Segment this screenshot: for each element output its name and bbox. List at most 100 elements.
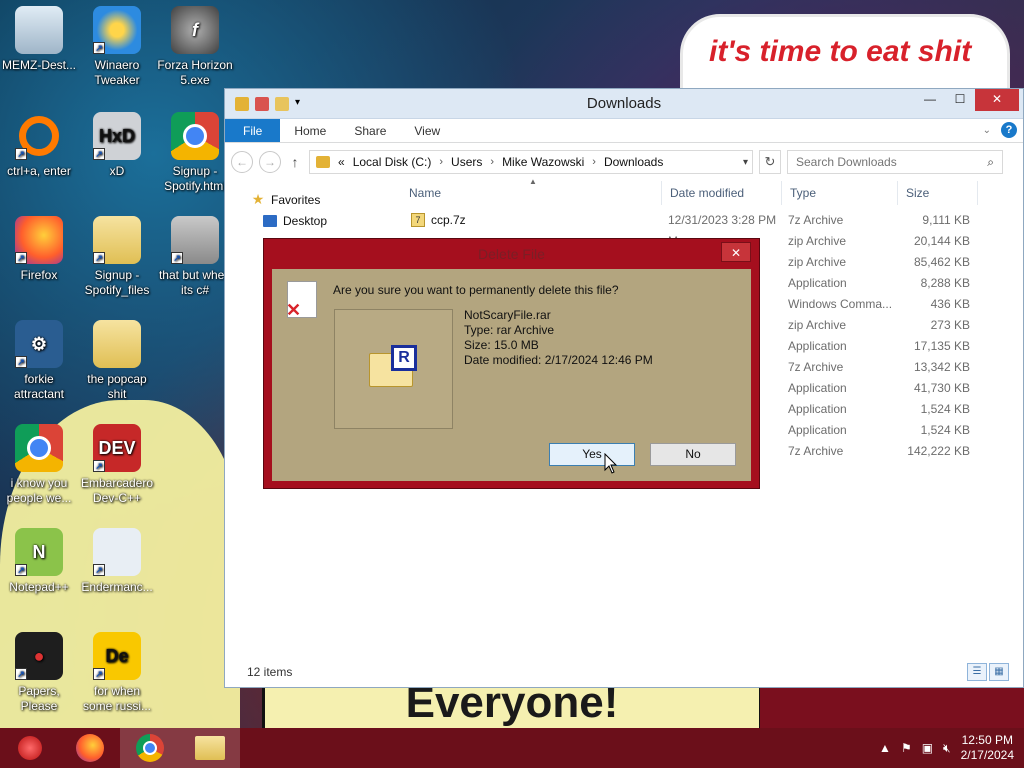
taskbar: ▲ ⚑ ▣ 🔇︎ 12:50 PM 2/17/2024 (0, 728, 1024, 768)
column-size[interactable]: Size (898, 181, 978, 205)
delete-document-icon: ✕ (286, 281, 317, 319)
chevron-right-icon[interactable]: › (490, 156, 494, 168)
desktop-icon-xd[interactable]: HxD ↗ xD (78, 112, 156, 179)
desktop-icon-label: xD (109, 164, 125, 178)
clock-date: 2/17/2024 (960, 748, 1014, 762)
tab-view[interactable]: View (400, 119, 454, 142)
search-box[interactable]: ⌕ (787, 150, 1003, 174)
nav-desktop-label: Desktop (283, 213, 328, 228)
search-input[interactable] (796, 155, 966, 169)
chevron-right-icon[interactable]: › (592, 156, 596, 168)
properties-icon[interactable] (235, 96, 249, 111)
no-button[interactable]: No (650, 443, 736, 466)
desktop-icon-spotify-files[interactable]: ↗ Signup - Spotify_files (78, 216, 156, 298)
expand-ribbon-icon[interactable]: ⌄ (983, 125, 991, 136)
back-button[interactable]: ← (231, 151, 253, 173)
details-view-icon[interactable]: ☰ (967, 663, 987, 681)
type-cell: 7z Archive (788, 359, 844, 374)
tab-file[interactable]: File (225, 119, 281, 142)
minimize-button[interactable]: — (915, 89, 945, 111)
nav-favorites[interactable]: ★ Favorites (225, 189, 393, 210)
volume-muted-icon[interactable]: 🔇︎ (943, 741, 951, 756)
breadcrumb-local-disk[interactable]: Local Disk (C:) (353, 155, 432, 169)
desktop-icon-csharp[interactable]: ↗ that but when its c# (156, 216, 234, 298)
network-icon[interactable]: ▣ (922, 741, 933, 755)
desktop-icon-forkie[interactable]: ⚙ ↗ forkie attractant (0, 320, 78, 402)
desktop-icon-firefox[interactable]: ↗ Firefox (0, 216, 78, 283)
taskbar-firefox[interactable] (60, 728, 120, 768)
file-size: Size: 15.0 MB (464, 338, 539, 352)
taskbar-chrome[interactable] (120, 728, 180, 768)
address-overflow[interactable]: « (338, 155, 345, 169)
desktop-icon-label: i know you people we... (6, 476, 72, 505)
rar-archive-icon: R (369, 345, 417, 387)
help-icon[interactable]: ? (1001, 122, 1017, 138)
desktop-icon-memz[interactable]: MEMZ-Dest... (0, 6, 78, 73)
chevron-right-icon[interactable]: › (439, 156, 443, 168)
show-hidden-icons-icon[interactable]: ▲ (879, 741, 891, 755)
dialog-title: Delete File (478, 246, 545, 262)
dialog-titlebar[interactable]: Delete File ✕ (264, 239, 759, 269)
breadcrumb-downloads[interactable]: Downloads (604, 155, 663, 169)
winaero-icon: ↗ (93, 6, 141, 54)
firefox-icon: ↗ (15, 216, 63, 264)
system-tray: ▲ ⚑ ▣ 🔇︎ 12:50 PM 2/17/2024 (879, 728, 1014, 768)
yes-button[interactable]: Yes (549, 443, 635, 466)
nav-desktop[interactable]: Desktop (225, 210, 393, 231)
type-cell: Application (788, 401, 847, 416)
dialog-close-button[interactable]: ✕ (721, 242, 751, 262)
desktop-icon-chrome-people[interactable]: i know you people we... (0, 424, 78, 506)
file-preview: R (334, 309, 453, 429)
file-type: Type: rar Archive (464, 323, 555, 337)
desktop-icon-forza[interactable]: f Forza Horizon 5.exe (156, 6, 234, 88)
ribbon-tabs: File Home Share View ⌄ ? (225, 119, 1023, 143)
new-folder-icon[interactable] (275, 96, 289, 111)
forza-icon: f (171, 6, 219, 54)
desktop-icon-de[interactable]: De ↗ for when some russi... (78, 632, 156, 714)
column-type[interactable]: Type (782, 181, 898, 205)
breadcrumb-user[interactable]: Mike Wazowski (502, 155, 584, 169)
desktop-icon-devcpp[interactable]: DEV ↗ Embarcadero Dev-C++ (78, 424, 156, 506)
file-name-cell[interactable]: 7 ccp.7z (401, 212, 662, 227)
large-icons-view-icon[interactable]: ▦ (989, 663, 1009, 681)
desktop-icon-winaero[interactable]: ↗ Winaero Tweaker (78, 6, 156, 88)
sort-up-icon: ▲ (529, 177, 537, 186)
desktop-icon-notepadpp[interactable]: N ↗ Notepad++ (0, 528, 78, 595)
desktop-icon-papers-please[interactable]: ● ↗ Papers, Please (0, 632, 78, 714)
desktop-icon-label: the popcap shit (87, 372, 147, 401)
address-bar[interactable]: « Local Disk (C:) › Users › Mike Wazowsk… (309, 150, 753, 174)
flag-icon[interactable]: ⚑ (901, 741, 912, 755)
breadcrumb-users[interactable]: Users (451, 155, 482, 169)
chrome-icon (171, 112, 219, 160)
up-button[interactable]: ↑ (287, 154, 303, 170)
size-cell: 20,144 KB (913, 233, 970, 248)
clock[interactable]: 12:50 PM 2/17/2024 (961, 733, 1014, 763)
desktop-icon-spotify-html[interactable]: Signup - Spotify.html (156, 112, 234, 194)
tab-home[interactable]: Home (280, 119, 340, 142)
table-row[interactable]: 7 ccp.7z 12/31/2023 3:28 PM 7z Archive 9,111… (401, 209, 1023, 230)
forward-button[interactable]: → (259, 151, 281, 173)
column-headers: ▲ Name Date modified Type Size (401, 177, 1023, 205)
desktop-icon-label: Papers, Please (18, 684, 60, 713)
desktop-icon-label: Firefox (20, 268, 58, 282)
taskbar-file-explorer[interactable] (180, 728, 240, 768)
chrome-icon (15, 424, 63, 472)
desktop-icon-endermanch[interactable]: ↗ Endermanc... (78, 528, 156, 595)
refresh-button[interactable]: ↻ (759, 150, 781, 174)
maximize-button[interactable]: ☐ (945, 89, 975, 111)
desktop-icon-popcap[interactable]: the popcap shit (78, 320, 156, 402)
qat-dropdown-icon[interactable]: ▾ (295, 97, 305, 111)
archive-icon: 7 (411, 212, 425, 227)
close-button[interactable]: ✕ (975, 89, 1019, 111)
desktop-icon-ctrl-a[interactable]: ↗ ctrl+a, enter (0, 112, 78, 179)
column-date-modified[interactable]: Date modified (662, 181, 782, 205)
tab-share[interactable]: Share (340, 119, 400, 142)
type-cell: Application (788, 338, 847, 353)
start-button[interactable] (0, 728, 60, 768)
folder-icon: ↗ (93, 216, 141, 264)
quick-access-toolbar: ▾ (225, 96, 305, 111)
size-cell: 13,342 KB (913, 359, 970, 374)
chevron-down-icon[interactable]: ▾ (743, 157, 748, 168)
explorer-titlebar[interactable]: ▾ Downloads — ☐ ✕ (225, 89, 1023, 119)
new-document-icon[interactable] (255, 96, 269, 111)
